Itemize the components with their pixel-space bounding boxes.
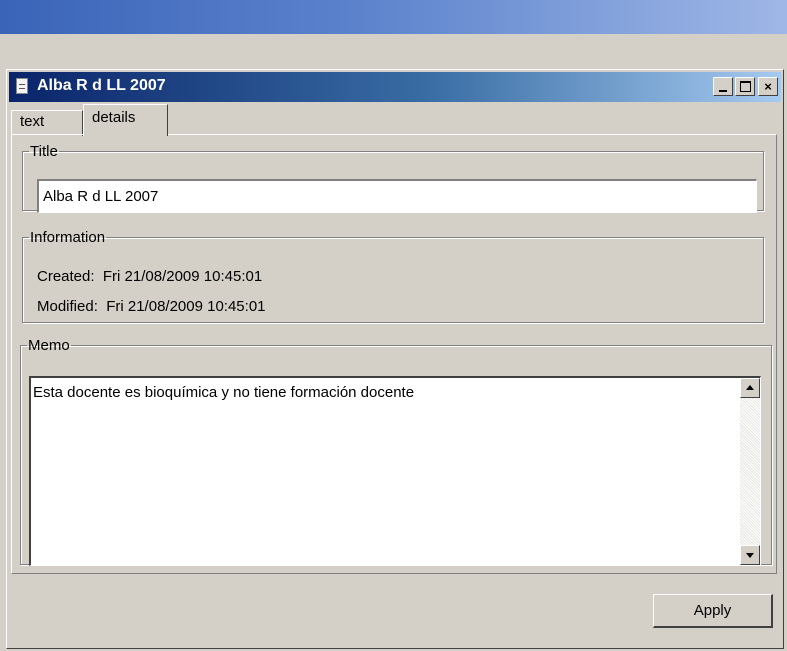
memo-textarea[interactable]: Esta docente es bioquímica y no tiene fo…	[29, 376, 761, 566]
modified-row: Modified: Fri 21/08/2009 10:45:01	[37, 298, 266, 315]
modified-value: Fri 21/08/2009 10:45:01	[106, 298, 266, 315]
apply-button[interactable]: Apply	[653, 594, 773, 628]
close-icon: ×	[764, 79, 772, 94]
details-panel: Title Information Created: Fri 21/08/200…	[11, 134, 777, 574]
scroll-down-button[interactable]	[740, 545, 760, 565]
created-label: Created:	[37, 268, 95, 285]
memo-group-legend: Memo	[28, 337, 70, 354]
title-group-legend: Title	[30, 143, 58, 160]
information-group-legend: Information	[30, 229, 106, 246]
tab-text[interactable]: text	[11, 110, 83, 136]
memo-text: Esta docente es bioquímica y no tiene fo…	[33, 384, 415, 401]
created-value: Fri 21/08/2009 10:45:01	[102, 268, 263, 285]
maximize-icon	[739, 81, 751, 92]
modified-label: Modified:	[37, 298, 98, 315]
maximize-button[interactable]	[735, 77, 755, 96]
document-properties-window: Alba R d LL 2007 × text details Title In…	[6, 69, 784, 649]
title-input[interactable]	[37, 179, 757, 213]
minimize-icon	[719, 90, 727, 92]
arrow-down-icon	[746, 553, 754, 558]
minimize-button[interactable]	[713, 77, 733, 96]
arrow-up-icon	[746, 385, 754, 390]
tab-text-label: text	[20, 113, 45, 130]
memo-scrollbar[interactable]	[740, 378, 760, 565]
parent-window-toolbar-area	[0, 34, 787, 69]
scroll-up-button[interactable]	[740, 378, 760, 398]
tab-details-label: details	[92, 109, 136, 126]
tab-strip: text details	[11, 104, 771, 136]
window-titlebar[interactable]: Alba R d LL 2007 ×	[9, 72, 781, 102]
close-button[interactable]: ×	[758, 77, 778, 96]
parent-window-titlebar	[0, 0, 787, 34]
tab-details[interactable]: details	[83, 104, 168, 136]
information-group: Information Created: Fri 21/08/2009 10:4…	[22, 229, 764, 323]
memo-group: Memo Esta docente es bioquímica y no tie…	[20, 337, 772, 566]
window-title: Alba R d LL 2007	[37, 77, 166, 94]
title-group: Title	[22, 143, 764, 213]
document-icon	[16, 78, 28, 94]
created-row: Created: Fri 21/08/2009 10:45:01	[37, 268, 262, 285]
